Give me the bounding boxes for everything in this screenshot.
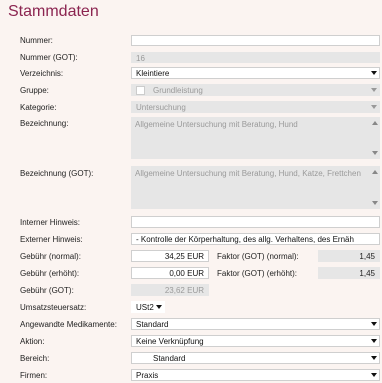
scroll-down-icon[interactable] bbox=[372, 201, 378, 205]
faktor-erhoeht-label: Faktor (GOT) (erhöht): bbox=[217, 269, 298, 278]
bezeichnung-value: Allgemeine Untersuchung mit Beratung, Hu… bbox=[135, 120, 298, 129]
nummer-label: Nummer: bbox=[20, 36, 53, 45]
chevron-down-icon[interactable] bbox=[156, 305, 162, 309]
bezeichnung-textarea: Allgemeine Untersuchung mit Beratung, Hu… bbox=[131, 117, 380, 159]
bezeichnung-got-label: Bezeichnung (GOT): bbox=[20, 169, 94, 178]
chevron-down-icon[interactable] bbox=[371, 356, 377, 360]
medikamente-label: Angewandte Medikamente: bbox=[20, 320, 117, 329]
gebuehr-normal-input[interactable]: 34,25 EUR bbox=[131, 250, 209, 262]
faktor-erhoeht-field: 1,45 bbox=[318, 267, 380, 279]
verzeichnis-select[interactable]: Kleintiere bbox=[131, 67, 380, 79]
chevron-down-icon[interactable] bbox=[371, 71, 377, 75]
gebuehr-erhoeht-input[interactable]: 0,00 EUR bbox=[131, 267, 209, 279]
scroll-down-icon[interactable] bbox=[372, 151, 378, 155]
bereich-value: Standard bbox=[153, 354, 186, 363]
faktor-normal-label: Faktor (GOT) (normal): bbox=[217, 252, 299, 261]
gebuehr-got-label: Gebühr (GOT): bbox=[20, 286, 74, 295]
gruppe-label: Gruppe: bbox=[20, 86, 49, 95]
medikamente-value: Standard bbox=[136, 320, 169, 329]
gruppe-checkbox bbox=[136, 86, 145, 95]
gebuehr-erhoeht-label: Gebühr (erhöht): bbox=[20, 269, 80, 278]
gebuehr-normal-label: Gebühr (normal): bbox=[20, 252, 81, 261]
nummer-got-field: 16 bbox=[131, 52, 380, 63]
bezeichnung-label: Bezeichnung: bbox=[20, 119, 69, 128]
verzeichnis-label: Verzeichnis: bbox=[20, 69, 64, 78]
aktion-select[interactable]: Keine Verknüpfung bbox=[131, 335, 380, 347]
chevron-down-icon bbox=[371, 105, 377, 109]
faktor-normal-field: 1,45 bbox=[318, 250, 380, 262]
externer-hinweis-input[interactable]: - Kontrolle der Körperhaltung, des allg.… bbox=[131, 233, 380, 245]
chevron-down-icon bbox=[371, 88, 377, 92]
gebuehr-got-field: 23,62 EUR bbox=[131, 284, 209, 296]
firmen-value: Praxis bbox=[136, 371, 159, 380]
bezeichnung-got-value: Allgemeine Untersuchung mit Beratung, Hu… bbox=[135, 169, 361, 178]
umsatzsteuersatz-label: Umsatzsteuersatz: bbox=[20, 303, 87, 312]
chevron-down-icon[interactable] bbox=[371, 339, 377, 343]
chevron-down-icon[interactable] bbox=[371, 322, 377, 326]
umsatzsteuersatz-value: USt2 bbox=[136, 303, 154, 312]
interner-hinweis-input[interactable] bbox=[131, 216, 380, 228]
gruppe-value: Grundleistung bbox=[153, 86, 203, 95]
nummer-input[interactable] bbox=[131, 35, 380, 46]
page-title: Stammdaten bbox=[8, 3, 99, 20]
kategorie-value: Untersuchung bbox=[136, 103, 186, 112]
scroll-up-icon[interactable] bbox=[372, 121, 378, 125]
interner-hinweis-label: Interner Hinweis: bbox=[20, 218, 81, 227]
stammdaten-panel: Stammdaten Nummer: Nummer (GOT): 16 Verz… bbox=[0, 0, 382, 383]
externer-hinweis-label: Externer Hinweis: bbox=[20, 235, 83, 244]
firmen-select[interactable]: Praxis bbox=[131, 369, 380, 381]
bezeichnung-got-textarea: Allgemeine Untersuchung mit Beratung, Hu… bbox=[131, 166, 380, 209]
kategorie-select: Untersuchung bbox=[131, 101, 380, 113]
scroll-up-icon[interactable] bbox=[372, 170, 378, 174]
bereich-select[interactable]: Standard bbox=[131, 352, 380, 364]
aktion-value: Keine Verknüpfung bbox=[136, 337, 204, 346]
medikamente-select[interactable]: Standard bbox=[131, 318, 380, 330]
aktion-label: Aktion: bbox=[20, 337, 45, 346]
verzeichnis-value: Kleintiere bbox=[136, 69, 170, 78]
gruppe-select: Grundleistung bbox=[131, 84, 380, 96]
nummer-got-label: Nummer (GOT): bbox=[20, 53, 78, 62]
kategorie-label: Kategorie: bbox=[20, 103, 57, 112]
chevron-down-icon[interactable] bbox=[371, 373, 377, 377]
umsatzsteuersatz-select[interactable]: USt2 bbox=[131, 301, 165, 313]
bereich-label: Bereich: bbox=[20, 354, 50, 363]
bereich-checkbox bbox=[136, 354, 145, 363]
firmen-label: Firmen: bbox=[20, 371, 48, 380]
